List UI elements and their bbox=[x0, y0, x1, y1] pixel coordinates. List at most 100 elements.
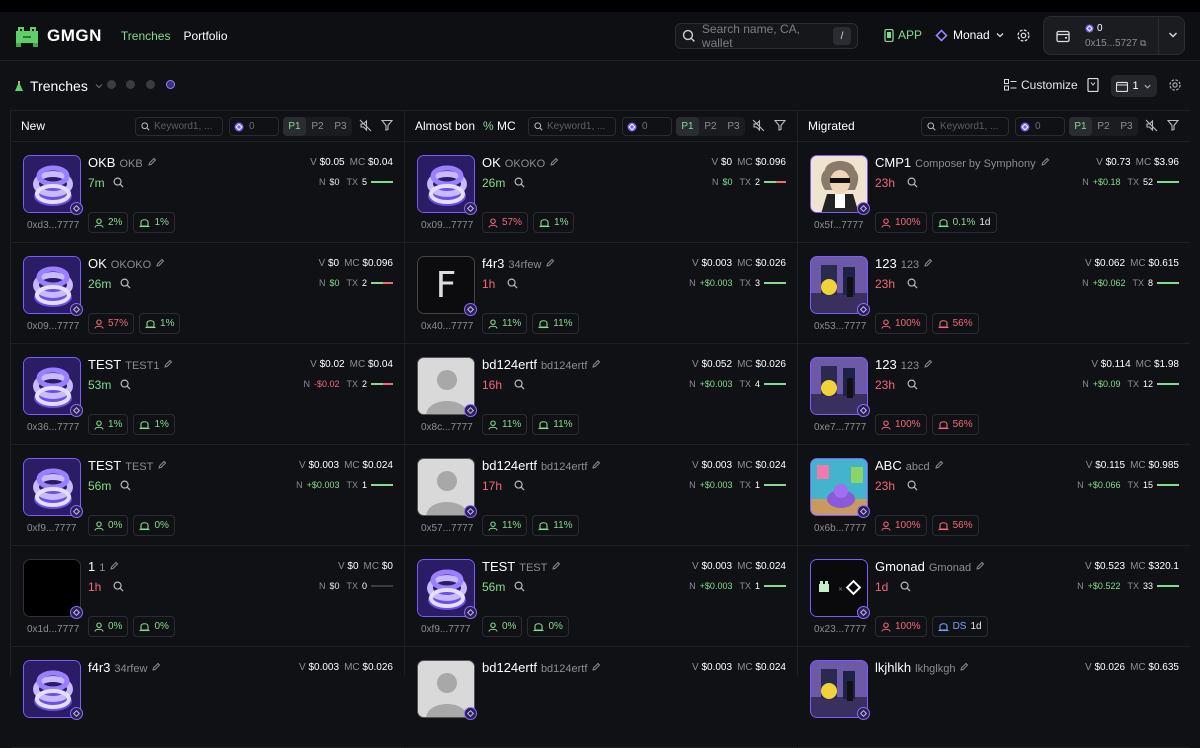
edit-icon[interactable] bbox=[551, 561, 561, 571]
preset-tab-p2[interactable]: P2 bbox=[1092, 117, 1115, 136]
token-name[interactable]: f4r3 bbox=[482, 256, 504, 271]
search-icon[interactable] bbox=[113, 581, 124, 595]
contract-address[interactable]: 0x09...7777 bbox=[421, 220, 473, 231]
preset-tab-p3[interactable]: P3 bbox=[722, 117, 745, 136]
trenches-dropdown[interactable]: Trenches bbox=[14, 78, 104, 94]
search-icon[interactable] bbox=[514, 379, 525, 393]
token-name[interactable]: bd124ertf bbox=[482, 357, 537, 372]
token-card[interactable]: 0x57...7777 bd124ertf bd124ertf 17h 11% 11% V … bbox=[405, 445, 797, 546]
token-card[interactable]: 0x36...7777 TEST TEST1 53m 1% 1% V $0.02 MC $0.… bbox=[11, 344, 404, 445]
token-name[interactable]: OKB bbox=[88, 155, 115, 170]
top-holders-chip[interactable]: 0% bbox=[88, 616, 129, 637]
settings-gear-icon[interactable] bbox=[1016, 28, 1031, 43]
token-card[interactable]: 0xe7...7777 123 123 23h 100% 56% V $0.114 MC $1… bbox=[798, 344, 1190, 445]
token-card[interactable]: 0x09...7777 OK OKOKO 26m 57% 1% V $0 MC $0.096 N… bbox=[405, 142, 797, 243]
filter-dot-2[interactable] bbox=[126, 80, 135, 89]
preset-tab-p3[interactable]: P3 bbox=[1115, 117, 1138, 136]
search-icon[interactable] bbox=[120, 480, 131, 494]
preset-tab-p1[interactable]: P1 bbox=[676, 117, 699, 136]
token-card[interactable]: bd124ertf bd124ertf V $0.003 MC $0.024 bbox=[405, 647, 797, 748]
edit-icon[interactable] bbox=[147, 157, 157, 167]
token-name[interactable]: 123 bbox=[875, 256, 897, 271]
mc-sort-toggle[interactable]: % MC bbox=[483, 119, 516, 133]
search-icon[interactable] bbox=[907, 379, 918, 393]
edit-icon[interactable] bbox=[549, 157, 559, 167]
dev-holding-chip[interactable]: 56% bbox=[931, 515, 979, 536]
top-holders-chip[interactable]: 0% bbox=[482, 616, 523, 637]
token-name[interactable]: ABC bbox=[875, 458, 902, 473]
token-name[interactable]: TEST bbox=[88, 357, 121, 372]
contract-address[interactable]: 0x36...7777 bbox=[27, 422, 79, 433]
top-holders-chip[interactable]: 57% bbox=[88, 313, 135, 334]
top-holders-chip[interactable]: 100% bbox=[875, 616, 927, 637]
nav-portfolio[interactable]: Portfolio bbox=[183, 29, 227, 43]
nav-trenches[interactable]: Trenches bbox=[121, 29, 171, 43]
edit-icon[interactable] bbox=[591, 359, 601, 369]
dev-holding-chip[interactable]: 1% bbox=[139, 313, 181, 334]
dev-holding-chip[interactable]: 0% bbox=[527, 616, 569, 637]
token-card[interactable]: lkjhlkh lkhglkgh V $0.026 MC $0.635 bbox=[798, 647, 1190, 748]
token-name[interactable]: bd124ertf bbox=[482, 660, 537, 675]
search-icon[interactable] bbox=[900, 581, 911, 595]
token-card[interactable]: 0x8c...7777 bd124ertf bd124ertf 16h 11% 11% V … bbox=[405, 344, 797, 445]
token-card[interactable]: 0xf9...7777 TEST TEST 56m 0% 0% V $0.003 MC $0.… bbox=[11, 445, 404, 546]
preset-tab-p3[interactable]: P3 bbox=[329, 117, 352, 136]
top-holders-chip[interactable]: 100% bbox=[875, 414, 927, 435]
contract-address[interactable]: 0x6b...7777 bbox=[814, 523, 866, 534]
keyword-filter-input[interactable]: Keyword1, ... bbox=[528, 117, 616, 136]
dev-holding-chip[interactable]: 11% bbox=[532, 313, 579, 334]
token-name[interactable]: CMP1 bbox=[875, 155, 911, 170]
dev-holding-chip[interactable]: 56% bbox=[931, 414, 979, 435]
edit-icon[interactable] bbox=[975, 561, 985, 571]
contract-address[interactable]: 0x09...7777 bbox=[27, 321, 79, 332]
top-holders-chip[interactable]: 0% bbox=[88, 515, 129, 536]
token-name[interactable]: OK bbox=[88, 256, 107, 271]
token-name[interactable]: f4r3 bbox=[88, 660, 110, 675]
top-holders-chip[interactable]: 11% bbox=[482, 515, 528, 536]
contract-address[interactable]: 0x8c...7777 bbox=[421, 422, 473, 433]
search-icon[interactable] bbox=[514, 480, 525, 494]
search-icon[interactable] bbox=[907, 278, 918, 292]
token-card[interactable]: 0x6b...7777 ABC abcd 23h 100% 56% V $0.115 MC $… bbox=[798, 445, 1190, 546]
search-icon[interactable] bbox=[907, 177, 918, 191]
token-name[interactable]: bd124ertf bbox=[482, 458, 537, 473]
filter-dot-3[interactable] bbox=[146, 80, 155, 89]
token-name[interactable]: Gmonad bbox=[875, 559, 925, 574]
dev-holding-chip[interactable]: 1% bbox=[533, 212, 575, 233]
dev-holding-chip[interactable]: 1% bbox=[133, 212, 175, 233]
dev-holding-chip[interactable]: 11% bbox=[532, 515, 579, 536]
edit-icon[interactable] bbox=[591, 460, 601, 470]
token-card[interactable]: 0x53...7777 123 123 23h 100% 56% V $0.062 MC $0… bbox=[798, 243, 1190, 344]
mute-icon[interactable] bbox=[359, 119, 372, 132]
search-icon[interactable] bbox=[514, 177, 525, 191]
edit-icon[interactable] bbox=[155, 258, 165, 268]
search-icon[interactable] bbox=[907, 480, 918, 494]
mute-icon[interactable] bbox=[752, 119, 765, 132]
token-name[interactable]: 1 bbox=[88, 559, 95, 574]
dev-holding-chip[interactable]: 56% bbox=[931, 313, 979, 334]
dev-holding-chip[interactable]: 11% bbox=[532, 414, 579, 435]
token-name[interactable]: TEST bbox=[88, 458, 121, 473]
dev-holding-chip[interactable]: 0.1% 1d bbox=[931, 212, 997, 233]
token-card[interactable]: F 0x40...7777 f4r3 34rfew 1h 11% 11% V $0.003 MC… bbox=[405, 243, 797, 344]
edit-icon[interactable] bbox=[1040, 157, 1050, 167]
contract-address[interactable]: 0x53...7777 bbox=[814, 321, 866, 332]
token-card[interactable]: 0xd3...7777 OKB OKB 7m 2% 1% V $0.05 MC $0.04 N $… bbox=[11, 142, 404, 243]
filter-icon[interactable] bbox=[381, 119, 393, 131]
min-value-input[interactable]: 0 bbox=[229, 117, 279, 136]
top-holders-chip[interactable]: 57% bbox=[482, 212, 529, 233]
mute-icon[interactable] bbox=[1145, 119, 1158, 132]
chain-selector[interactable]: Monad bbox=[935, 28, 1005, 42]
edit-icon[interactable] bbox=[545, 258, 555, 268]
settings-gear-icon[interactable] bbox=[1168, 78, 1182, 92]
edit-icon[interactable] bbox=[923, 258, 933, 268]
search-icon[interactable] bbox=[113, 177, 124, 191]
chevron-down-icon[interactable] bbox=[1167, 29, 1179, 41]
token-card[interactable]: 0x5f...7777 CMP1 Composer by Symphony 23h 10… bbox=[798, 142, 1190, 243]
dev-holding-chip[interactable]: 0% bbox=[133, 616, 175, 637]
contract-address[interactable]: 0xf9...7777 bbox=[27, 523, 76, 534]
token-card[interactable]: 0x09...7777 OK OKOKO 26m 57% 1% V $0 MC $0.096 N… bbox=[11, 243, 404, 344]
preset-tab-p2[interactable]: P2 bbox=[306, 117, 329, 136]
token-card[interactable]: 0x1d...7777 1 1 1h 0% 0% V $0 MC $0 N $0 TX 0 bbox=[11, 546, 404, 647]
preset-tab-p2[interactable]: P2 bbox=[699, 117, 722, 136]
